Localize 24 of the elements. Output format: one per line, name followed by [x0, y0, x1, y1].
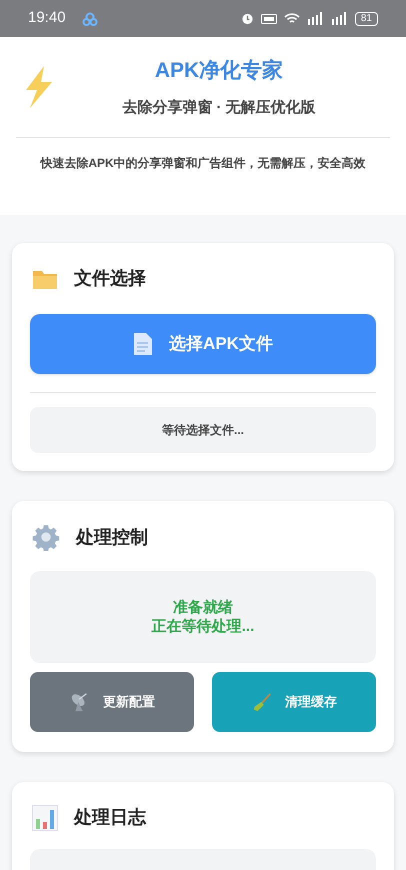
- status-time: 19:40: [28, 8, 66, 28]
- app-description: 快速去除APK中的分享弹窗和广告组件，无需解压，安全高效: [39, 155, 367, 172]
- app-subtitle: 去除分享弹窗 · 无解压优化版: [122, 98, 316, 118]
- gear-icon: [32, 523, 60, 551]
- file-status: 等待选择文件...: [30, 407, 376, 453]
- select-file-button[interactable]: 选择APK文件: [30, 314, 376, 374]
- alarm-icon: [240, 12, 254, 25]
- bar-chart-icon: [32, 804, 58, 830]
- app-title: APK净化专家: [154, 58, 284, 84]
- action-button[interactable]: 清理缓存: [212, 672, 376, 732]
- card-title: 文件选择: [74, 267, 146, 290]
- action-button[interactable]: 更新配置: [30, 672, 194, 732]
- card-title: 处理日志: [74, 806, 146, 829]
- app-icon: [82, 12, 98, 26]
- status-text: 准备就绪: [173, 598, 233, 617]
- status-text: 正在等待处理...: [152, 617, 254, 636]
- wifi-icon: [284, 12, 300, 25]
- signal-icon: [330, 12, 348, 25]
- broom-icon: [251, 691, 273, 713]
- hd-icon: [260, 12, 277, 24]
- document-icon: [133, 332, 154, 356]
- signal-icon: [306, 12, 324, 25]
- battery-indicator: 81: [354, 12, 378, 26]
- card-title: 处理控制: [76, 526, 148, 548]
